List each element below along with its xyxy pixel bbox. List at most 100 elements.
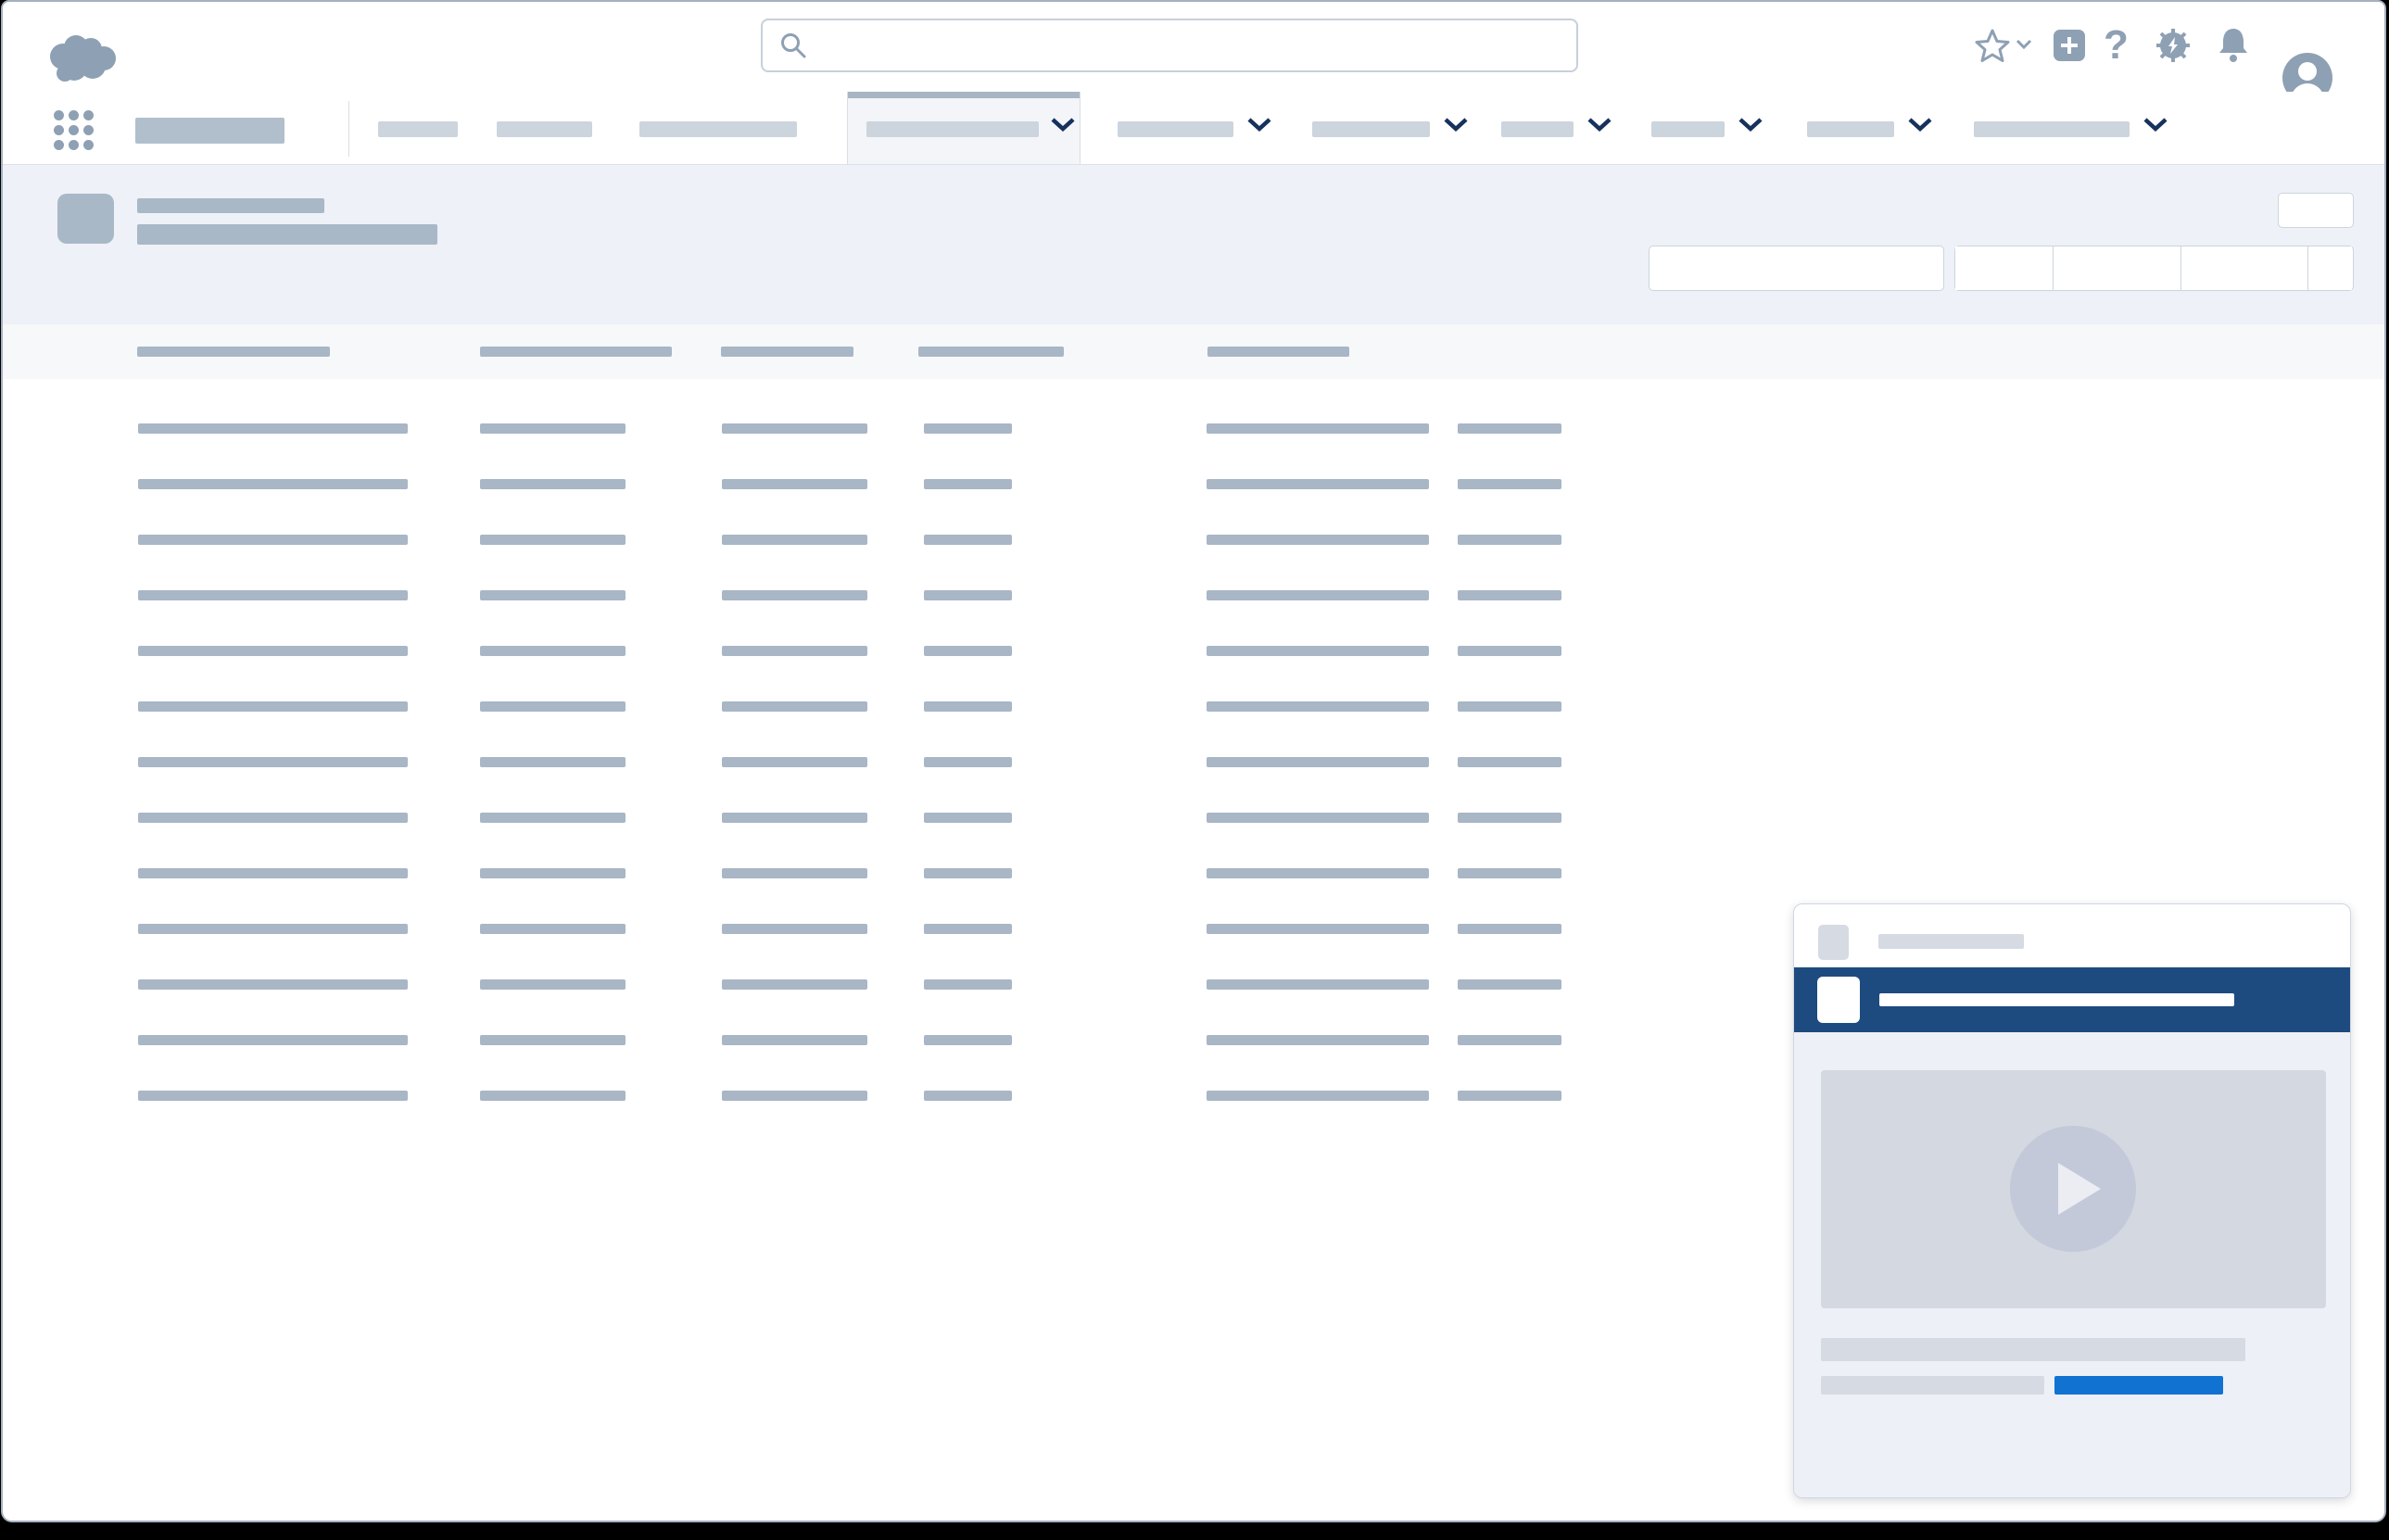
- cell-placeholder-bar: [924, 535, 1012, 545]
- table-row[interactable]: [3, 522, 2384, 562]
- nav-tab-3[interactable]: [639, 92, 797, 164]
- tab-chevron-down-icon[interactable]: [1586, 117, 1612, 132]
- notifications-bell-icon[interactable]: [2217, 26, 2250, 65]
- table-row[interactable]: [3, 744, 2384, 785]
- help-icon[interactable]: ?: [2104, 25, 2129, 66]
- column-header-placeholder-bar[interactable]: [721, 347, 853, 357]
- tab-chevron-down-icon[interactable]: [2143, 117, 2168, 132]
- table-header-row: [3, 324, 2384, 379]
- cell-placeholder-bar: [138, 924, 408, 934]
- column-header-placeholder-bar[interactable]: [1207, 347, 1349, 357]
- banner-doc-icon: [1817, 977, 1860, 1023]
- cell-placeholder-bar: [480, 590, 626, 600]
- card-banner: [1794, 967, 2350, 1032]
- cell-placeholder-bar: [1458, 423, 1561, 434]
- salesforce-cloud-logo-icon: [44, 32, 122, 86]
- cell-placeholder-bar: [924, 757, 1012, 767]
- cell-placeholder-bar: [1458, 1035, 1561, 1045]
- nav-tab-1[interactable]: [378, 92, 458, 164]
- screenshot-canvas: ?: [0, 0, 2389, 1540]
- cell-placeholder-bar: [480, 924, 626, 934]
- cell-placeholder-bar: [1207, 813, 1429, 823]
- banner-title-placeholder-bar: [1879, 993, 2234, 1006]
- cell-placeholder-bar: [138, 868, 408, 878]
- app-launcher-waffle-icon[interactable]: [54, 110, 94, 150]
- cell-placeholder-bar: [1207, 979, 1429, 990]
- cell-placeholder-bar: [1458, 924, 1561, 934]
- cell-placeholder-bar: [924, 924, 1012, 934]
- tab-label-placeholder-bar: [497, 121, 592, 137]
- tab-chevron-down-icon[interactable]: [1907, 117, 1933, 132]
- list-control-button-2[interactable]: [2054, 246, 2181, 290]
- cell-placeholder-bar: [1458, 701, 1561, 712]
- cell-placeholder-bar: [722, 701, 867, 712]
- cell-placeholder-bar: [722, 757, 867, 767]
- cell-placeholder-bar: [1458, 1091, 1561, 1101]
- table-row[interactable]: [3, 466, 2384, 507]
- cell-placeholder-bar: [1207, 535, 1429, 545]
- card-header-icon: [1818, 925, 1849, 960]
- list-control-button-1[interactable]: [1955, 246, 2054, 290]
- setup-gear-icon[interactable]: [2155, 27, 2192, 64]
- cell-placeholder-bar: [924, 423, 1012, 434]
- table-row[interactable]: [3, 688, 2384, 729]
- search-icon: [779, 32, 807, 59]
- app-window: ?: [1, 0, 2386, 1522]
- cell-placeholder-bar: [924, 590, 1012, 600]
- tab-label-placeholder-bar: [378, 121, 458, 137]
- table-row[interactable]: [3, 800, 2384, 840]
- selected-tab-indicator: [848, 92, 1080, 98]
- table-row[interactable]: [3, 633, 2384, 674]
- table-row[interactable]: [3, 410, 2384, 451]
- column-header-placeholder-bar[interactable]: [918, 347, 1064, 357]
- list-controls-button-group: [1954, 246, 2354, 291]
- table-row[interactable]: [3, 855, 2384, 896]
- cell-placeholder-bar: [1458, 757, 1561, 767]
- add-plus-icon[interactable]: [2054, 30, 2085, 61]
- cell-placeholder-bar: [722, 1091, 867, 1101]
- cell-placeholder-bar: [722, 423, 867, 434]
- nav-tab-5[interactable]: [1118, 92, 1283, 164]
- column-header-placeholder-bar[interactable]: [480, 347, 672, 357]
- nav-tab-6[interactable]: [1312, 92, 1480, 164]
- favorites-star-icon[interactable]: [1974, 28, 2011, 63]
- nav-tab-4[interactable]: [847, 92, 1081, 164]
- list-search-box[interactable]: [1649, 246, 1944, 291]
- list-control-button-3[interactable]: [2181, 246, 2308, 290]
- cell-placeholder-bar: [138, 423, 408, 434]
- nav-tab-9[interactable]: [1807, 92, 1944, 164]
- cell-placeholder-bar: [722, 479, 867, 489]
- column-header-placeholder-bar[interactable]: [137, 347, 330, 357]
- video-thumbnail: [1821, 1070, 2326, 1308]
- header-action-button[interactable]: [2278, 193, 2354, 228]
- list-control-button-4[interactable]: [2308, 246, 2352, 290]
- cell-placeholder-bar: [722, 535, 867, 545]
- cell-placeholder-bar: [924, 646, 1012, 656]
- cell-placeholder-bar: [924, 813, 1012, 823]
- search-input[interactable]: [816, 19, 1576, 71]
- cell-placeholder-bar: [1458, 479, 1561, 489]
- card-text-placeholder-bar: [1821, 1338, 2245, 1361]
- tab-chevron-down-icon[interactable]: [1246, 117, 1272, 132]
- tab-chevron-down-icon[interactable]: [1738, 117, 1763, 132]
- cell-placeholder-bar: [138, 813, 408, 823]
- cell-placeholder-bar: [1458, 590, 1561, 600]
- nav-tab-2[interactable]: [497, 92, 592, 164]
- tab-chevron-down-icon[interactable]: [1050, 117, 1076, 132]
- cell-placeholder-bar: [480, 757, 626, 767]
- table-row[interactable]: [3, 577, 2384, 618]
- favorites-chevron-icon[interactable]: [2016, 39, 2032, 50]
- cell-placeholder-bar: [138, 479, 408, 489]
- cell-placeholder-bar: [480, 701, 626, 712]
- play-button[interactable]: [2010, 1126, 2136, 1252]
- nav-tab-7[interactable]: [1501, 92, 1624, 164]
- entity-icon: [57, 194, 114, 244]
- cell-placeholder-bar: [1207, 479, 1429, 489]
- nav-tab-10[interactable]: [1974, 92, 2180, 164]
- cell-placeholder-bar: [480, 813, 626, 823]
- nav-tab-8[interactable]: [1651, 92, 1775, 164]
- tab-chevron-down-icon[interactable]: [1443, 117, 1469, 132]
- avatar-head: [2298, 62, 2317, 81]
- card-action-button[interactable]: [2054, 1376, 2223, 1395]
- cell-placeholder-bar: [480, 1091, 626, 1101]
